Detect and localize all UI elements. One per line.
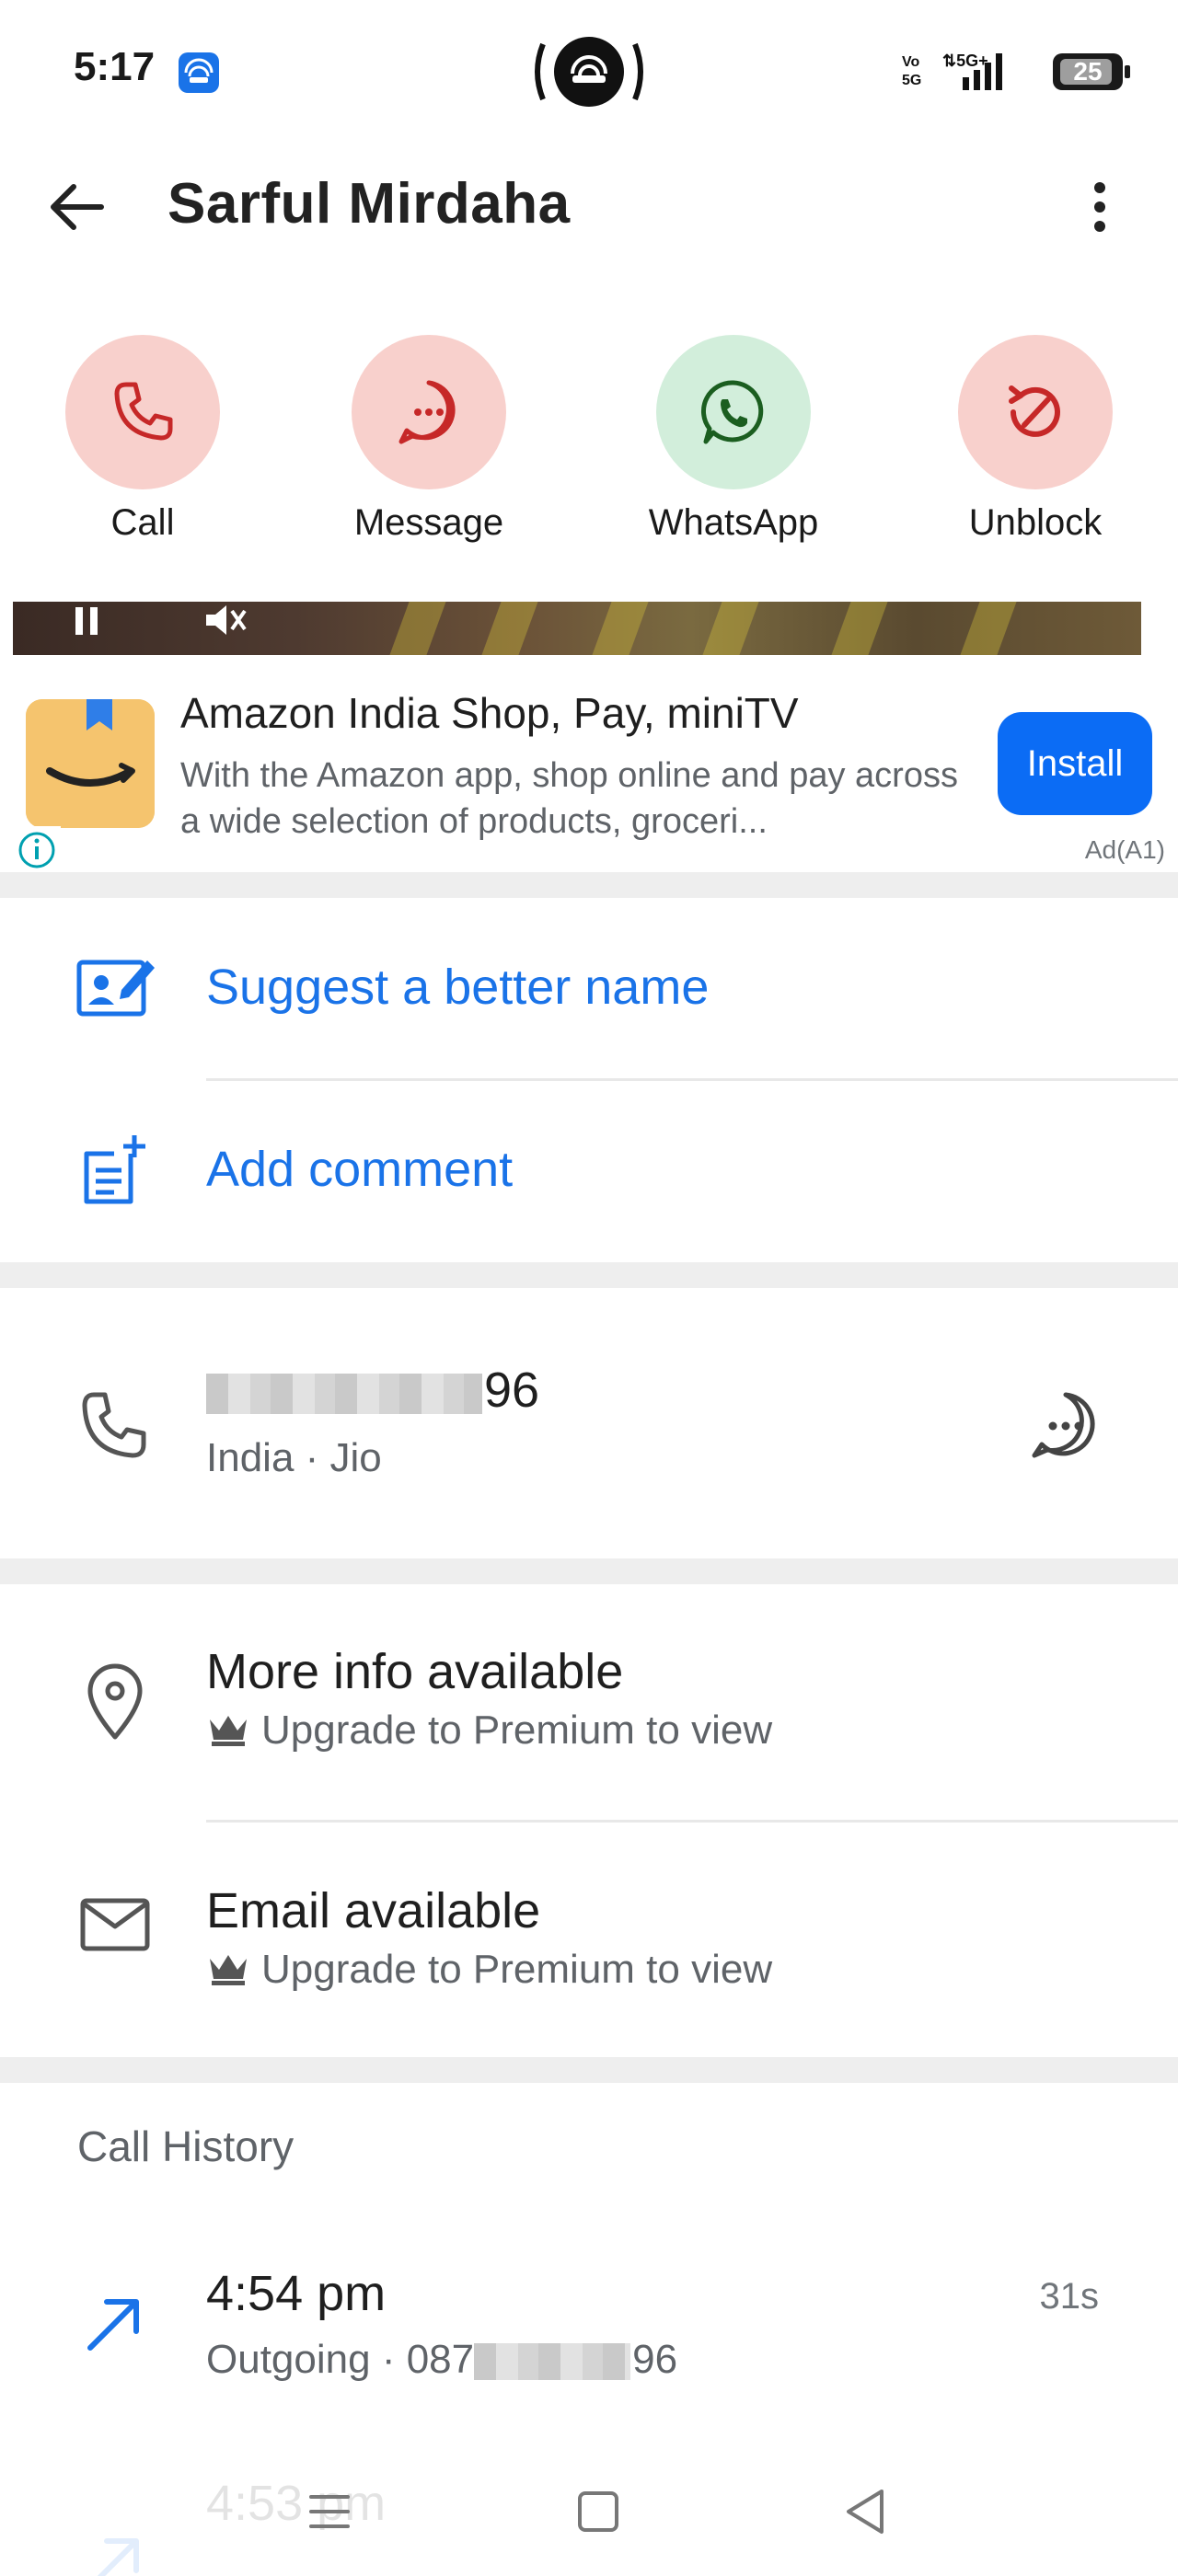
quick-actions: Call Message WhatsApp Unblock — [0, 331, 1178, 561]
battery-icon: 25 — [1053, 53, 1130, 90]
mute-icon[interactable] — [197, 602, 252, 655]
message-icon — [1032, 1392, 1095, 1458]
phone-icon — [74, 1384, 156, 1466]
back-nav-button[interactable] — [828, 2475, 902, 2548]
location-pin-icon — [74, 1660, 156, 1742]
hotspot-indicator-icon — [530, 33, 648, 110]
section-divider — [0, 1558, 1178, 1584]
phone-icon — [114, 382, 173, 441]
call-time: 4:54 pm — [206, 2266, 387, 2321]
unblock-label: Unblock — [968, 502, 1103, 543]
row-separator — [206, 1078, 1178, 1081]
sms-button[interactable] — [1023, 1384, 1106, 1466]
email-info-upgrade[interactable]: Upgrade to Premium to view — [206, 1947, 772, 1993]
contact-name: Sarful Mirdaha — [167, 172, 571, 236]
email-info-upgrade-text: Upgrade to Premium to view — [261, 1947, 773, 1992]
ad-description: With the Amazon app, shop online and pay… — [180, 756, 958, 841]
suggest-name-row[interactable]: Suggest a better name — [0, 898, 1178, 1081]
call-duration: 31s — [1039, 2276, 1100, 2317]
status-indicators: Vo 5G ⇅5G+ 25 — [902, 44, 1130, 99]
more-info-upgrade[interactable]: Upgrade to Premium to view — [206, 1708, 772, 1754]
suggest-name-link[interactable]: Suggest a better name — [206, 959, 709, 1016]
home-button[interactable] — [561, 2475, 635, 2548]
section-divider — [0, 2057, 1178, 2083]
ad-info-icon[interactable] — [13, 826, 61, 874]
outgoing-call-icon — [74, 2282, 156, 2364]
unblock-action[interactable]: Unblock — [925, 331, 1146, 561]
call-details: Outgoing · 087 96 — [206, 2337, 678, 2382]
email-info-title: Email available — [206, 1883, 541, 1938]
back-triangle-icon — [847, 2490, 884, 2534]
call-number-suffix: 96 — [632, 2337, 678, 2382]
top-app-bar: Sarful Mirdaha — [0, 147, 1178, 267]
redacted-number — [206, 1373, 482, 1414]
call-history-title: Call History — [77, 2122, 294, 2170]
ad-title: Amazon India Shop, Pay, miniTV — [180, 689, 799, 737]
status-time: 5:17 — [74, 44, 156, 89]
email-icon — [74, 1882, 156, 1965]
premium-crown-icon — [210, 1716, 247, 1746]
phone-number-suffix: 96 — [484, 1363, 540, 1418]
message-icon — [398, 380, 456, 444]
svg-text:⇅5G+: ⇅5G+ — [942, 52, 988, 70]
email-info-row[interactable]: Email available Upgrade to Premium to vi… — [0, 1822, 1178, 2057]
more-info-title: More info available — [206, 1644, 624, 1699]
hotspot-app-icon — [179, 52, 219, 93]
svg-text:5G: 5G — [902, 73, 921, 88]
add-comment-link[interactable]: Add comment — [206, 1141, 513, 1198]
add-comment-icon — [74, 1130, 156, 1213]
phone-number-row[interactable]: 96 India · Jio — [0, 1288, 1178, 1558]
whatsapp-action-circle[interactable] — [656, 335, 811, 489]
back-button[interactable] — [37, 170, 120, 244]
call-history-entry[interactable]: 4:54 pm Outgoing · 087 96 31s — [0, 2226, 1178, 2401]
signal-icon: Vo 5G ⇅5G+ — [902, 52, 1002, 90]
menu-icon — [309, 2495, 350, 2528]
whatsapp-icon — [701, 380, 764, 444]
section-divider — [0, 872, 1178, 898]
add-comment-row[interactable]: Add comment — [0, 1082, 1178, 1262]
back-arrow-icon — [51, 184, 104, 230]
ad-video-strip[interactable] — [13, 602, 1141, 655]
more-info-upgrade-text: Upgrade to Premium to view — [261, 1708, 773, 1753]
amazon-app-logo — [26, 699, 155, 828]
message-action-circle[interactable] — [352, 335, 506, 489]
section-divider — [0, 1262, 1178, 1288]
home-square-icon — [578, 2491, 618, 2532]
unblock-icon — [1009, 385, 1060, 437]
more-options-button[interactable] — [1068, 175, 1132, 239]
premium-crown-icon — [210, 1955, 247, 1985]
whatsapp-label: WhatsApp — [648, 502, 819, 543]
phone-details: India · Jio — [206, 1435, 382, 1480]
status-bar: 5:17 Vo 5G ⇅5G+ 25 — [0, 0, 1178, 147]
redacted-number — [474, 2343, 631, 2381]
battery-level: 25 — [1073, 57, 1103, 86]
install-button[interactable]: Install — [998, 712, 1152, 815]
pause-icon[interactable] — [59, 602, 114, 655]
call-action[interactable]: Call — [32, 331, 253, 561]
phone-number: 96 — [206, 1362, 539, 1419]
more-info-row[interactable]: More info available Upgrade to Premium t… — [0, 1584, 1178, 1823]
more-vert-icon — [1094, 182, 1105, 232]
ad-banner[interactable]: Amazon India Shop, Pay, miniTV With the … — [0, 655, 1178, 874]
svg-text:Vo: Vo — [902, 54, 919, 70]
call-type: Outgoing — [206, 2337, 371, 2382]
unblock-action-circle[interactable] — [958, 335, 1113, 489]
call-number-prefix: 087 — [406, 2337, 475, 2382]
call-action-circle[interactable] — [65, 335, 220, 489]
message-action[interactable]: Message — [318, 331, 539, 561]
whatsapp-action[interactable]: WhatsApp — [623, 331, 844, 561]
call-label: Call — [110, 502, 175, 543]
system-nav-bar — [0, 2447, 1178, 2576]
edit-contact-icon — [74, 948, 156, 1030]
message-label: Message — [353, 502, 504, 543]
recent-apps-button[interactable] — [293, 2475, 366, 2548]
ad-tag: Ad(A1) — [1084, 835, 1165, 864]
